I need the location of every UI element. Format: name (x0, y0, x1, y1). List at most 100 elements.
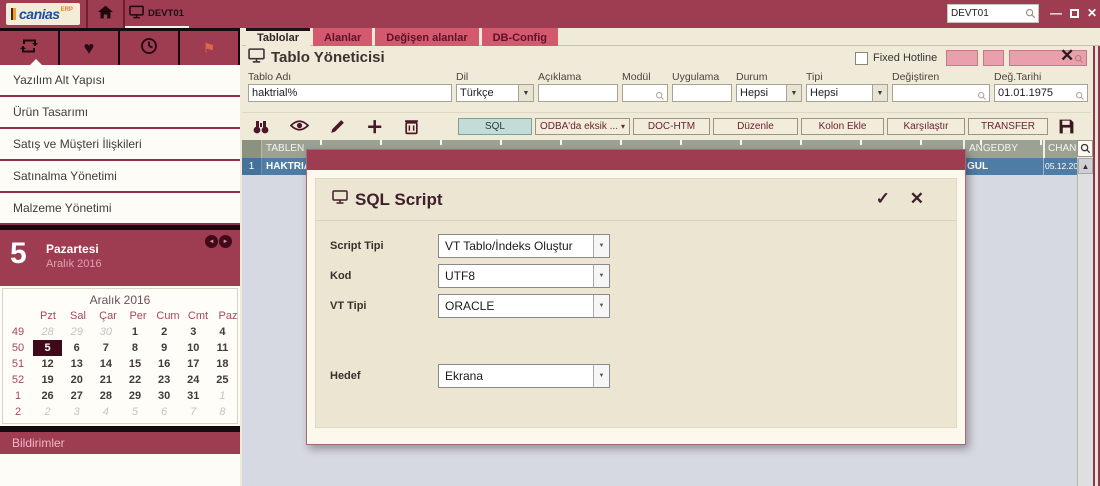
filter-input[interactable] (893, 85, 989, 101)
fixed-hotline-checkbox[interactable] (855, 52, 868, 65)
calendar-cell[interactable]: 26 (33, 388, 62, 404)
calendar-cell[interactable]: 15 (120, 356, 149, 372)
calendar-cell[interactable]: 6 (62, 340, 91, 356)
calendar-cell[interactable]: 29 (120, 388, 149, 404)
toolbar-button[interactable]: Düzenle▾ (713, 118, 798, 135)
calendar-cell[interactable]: 4 (91, 404, 120, 420)
calendar-cell[interactable]: 21 (91, 372, 120, 388)
delete-trash-icon[interactable] (403, 118, 420, 135)
dialog-select[interactable]: ORACLE ▼ (438, 294, 610, 318)
calendar-cell[interactable]: 3 (62, 404, 91, 420)
hotline-field-3[interactable] (1009, 50, 1087, 66)
calendar-cell[interactable]: 7 (179, 404, 208, 420)
calendar-cell[interactable]: 17 (179, 356, 208, 372)
calendar-next-button[interactable]: ► (219, 235, 232, 248)
calendar-cell[interactable]: 2 (33, 404, 62, 420)
calendar-cell[interactable]: 1 (3, 388, 33, 404)
sidebar-menu-item[interactable]: Satınalma Yönetimi (0, 161, 240, 193)
calendar-cell[interactable]: 29 (62, 324, 91, 340)
calendar-cell[interactable]: 22 (120, 372, 149, 388)
calendar-cell[interactable]: 18 (208, 356, 237, 372)
calendar-cell[interactable]: 12 (33, 356, 62, 372)
env-tab-devt01[interactable]: DEVT01 (125, 0, 189, 28)
find-binoculars-icon[interactable] (252, 118, 270, 135)
toolbar-button[interactable]: TRANSFER▾ (968, 118, 1048, 135)
search-icon[interactable] (1025, 8, 1038, 19)
calendar-cell[interactable]: 2 (150, 324, 179, 340)
calendar-cell[interactable]: 25 (208, 372, 237, 388)
search-icon[interactable] (977, 88, 987, 106)
calendar-cell[interactable]: 23 (150, 372, 179, 388)
minimize-button[interactable]: — (1048, 5, 1064, 21)
chevron-down-icon[interactable]: ▼ (593, 265, 609, 287)
close-button[interactable]: ✕ (1084, 5, 1100, 21)
view-eye-icon[interactable] (290, 118, 309, 135)
chevron-down-icon[interactable]: ▼ (786, 85, 801, 101)
tab[interactable]: Alanlar (313, 28, 372, 46)
calendar-cell[interactable]: 28 (33, 324, 62, 340)
maximize-button[interactable] (1066, 5, 1082, 21)
calendar-cell[interactable]: 49 (3, 324, 33, 340)
calendar-cell[interactable]: 28 (91, 388, 120, 404)
calendar-cell[interactable]: 50 (3, 340, 33, 356)
calendar-cell[interactable]: 3 (179, 324, 208, 340)
column-header-changedate[interactable]: CHANGE (1043, 140, 1077, 158)
filter-input[interactable]: Hepsi (807, 85, 872, 101)
calendar-cell[interactable]: 2 (3, 404, 33, 420)
sidebar-pin[interactable]: ⚑ (180, 31, 240, 65)
filter-input[interactable]: 01.01.1975 (995, 85, 1087, 101)
sidebar-tab-favorites[interactable]: ♥ (60, 31, 120, 65)
window-search-input[interactable] (948, 8, 1025, 19)
grid-search-button[interactable] (1077, 140, 1093, 157)
toolbar-button[interactable]: ODBA'da eksik ...▾ (535, 118, 630, 135)
toolbar-button[interactable]: Kolon Ekle▾ (801, 118, 884, 135)
calendar-cell[interactable]: 1 (120, 324, 149, 340)
sidebar-menu-item[interactable]: Ürün Tasarımı (0, 97, 240, 129)
calendar-cell[interactable]: 20 (62, 372, 91, 388)
toolbar-button[interactable]: SQL▾ (458, 118, 532, 135)
toolbar-button[interactable]: DOC-HTM▾ (633, 118, 710, 135)
chevron-down-icon[interactable]: ▼ (872, 85, 887, 101)
sidebar-menu-item[interactable]: Satış ve Müşteri İlişkileri (0, 129, 240, 161)
notifications-header[interactable]: Bildirimler (0, 432, 240, 454)
filter-input[interactable] (539, 85, 617, 101)
dialog-select[interactable]: Ekrana ▼ (438, 364, 610, 388)
calendar-cell[interactable]: 8 (208, 404, 237, 420)
tab[interactable]: DB-Config (482, 28, 558, 46)
calendar-cell[interactable]: 5 (33, 340, 62, 356)
calendar-cell[interactable]: 11 (208, 340, 237, 356)
search-icon[interactable] (655, 88, 665, 106)
calendar-cell[interactable]: 51 (3, 356, 33, 372)
dialog-titlebar[interactable] (307, 150, 965, 170)
sidebar-menu-item[interactable]: Yazılım Alt Yapısı (0, 65, 240, 97)
calendar-cell[interactable]: 6 (150, 404, 179, 420)
dialog-select[interactable]: VT Tablo/İndeks Oluştur ▼ (438, 234, 610, 258)
calendar-cell[interactable]: 19 (33, 372, 62, 388)
scroll-up-arrow[interactable]: ▲ (1078, 158, 1093, 174)
sidebar-menu-item[interactable]: Malzeme Yönetimi (0, 193, 240, 225)
chevron-down-icon[interactable]: ▼ (518, 85, 533, 101)
vertical-scrollbar[interactable]: ▲ (1077, 158, 1093, 486)
calendar-cell[interactable]: 14 (91, 356, 120, 372)
search-icon[interactable] (1075, 88, 1085, 106)
chevron-down-icon[interactable]: ▼ (593, 235, 609, 257)
dialog-confirm-button[interactable]: ✓ (876, 189, 890, 209)
calendar-cell[interactable]: 30 (91, 324, 120, 340)
hotline-field-2[interactable] (983, 50, 1004, 66)
calendar-cell[interactable]: 4 (208, 324, 237, 340)
home-button[interactable] (88, 0, 123, 28)
canias-logo[interactable]: canias ERP (6, 3, 80, 25)
column-header-changedby[interactable]: ANGEDBY (963, 140, 1043, 158)
filter-input[interactable]: Hepsi (737, 85, 786, 101)
add-plus-icon[interactable] (366, 118, 383, 135)
calendar-cell[interactable]: 52 (3, 372, 33, 388)
calendar-prev-button[interactable]: ◄ (205, 235, 218, 248)
panel-close-button[interactable]: ✕ (1060, 46, 1074, 66)
filter-input[interactable]: haktrial% (249, 85, 451, 101)
calendar-cell[interactable]: 27 (62, 388, 91, 404)
calendar-cell[interactable]: 16 (150, 356, 179, 372)
calendar-cell[interactable]: 7 (91, 340, 120, 356)
calendar-cell[interactable]: 1 (208, 388, 237, 404)
filter-input[interactable]: Türkçe (457, 85, 518, 101)
save-floppy-icon[interactable] (1058, 118, 1075, 135)
